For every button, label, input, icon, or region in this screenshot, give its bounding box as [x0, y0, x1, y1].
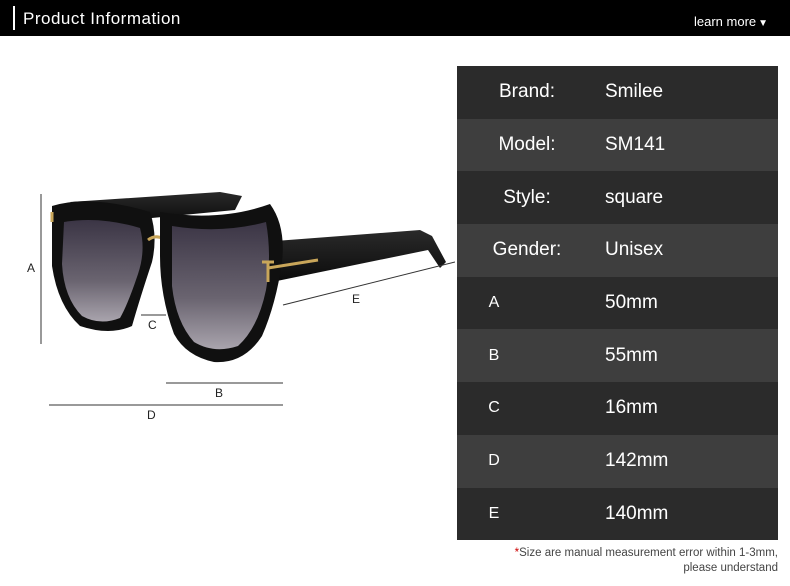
page-title: Product Information — [23, 9, 181, 28]
spec-row-model: Model: SM141 — [457, 118, 778, 172]
header-bar: Product Information learn more ▼ — [0, 0, 790, 36]
spec-label: D — [488, 452, 500, 470]
spec-value: square — [605, 186, 664, 208]
spec-label: E — [488, 504, 500, 522]
spec-row-style: Style: square — [457, 171, 778, 225]
size-note-text-1: Size are manual measurement error within… — [519, 547, 778, 559]
spec-label: Style: — [503, 186, 551, 208]
sunglasses-diagram — [40, 192, 455, 406]
chevron-down-icon: ▼ — [758, 18, 769, 29]
spec-value: Smilee — [605, 81, 664, 103]
dim-label-d: D — [147, 408, 156, 422]
spec-value: 50mm — [605, 292, 658, 314]
product-image-area: A C B D E — [0, 36, 455, 586]
spec-label: C — [488, 399, 500, 417]
near-temple-arm — [262, 230, 446, 282]
spec-value: 55mm — [605, 344, 658, 366]
spec-value: 142mm — [605, 450, 669, 472]
spec-label: Gender: — [492, 239, 562, 261]
spec-row-b: B 55mm — [457, 329, 778, 383]
spec-row-c: C 16mm — [457, 382, 778, 435]
dim-label-c: C — [148, 318, 157, 332]
spec-row-brand: Brand: Smilee — [457, 66, 778, 119]
dim-label-a: A — [27, 261, 36, 275]
size-note-text-2: please understand — [683, 562, 778, 574]
spec-row-gender: Gender: Unisex — [457, 224, 778, 277]
spec-value: Unisex — [605, 239, 664, 261]
spec-label: Brand: — [499, 81, 555, 103]
spec-label: B — [488, 346, 500, 364]
spec-row-d: D 142mm — [457, 434, 778, 488]
size-note-line-1: *Size are manual measurement error withi… — [515, 546, 778, 561]
spec-value: 140mm — [605, 502, 669, 524]
spec-table: Brand: Smilee Model: SM141 Style: square… — [457, 66, 778, 541]
size-note: *Size are manual measurement error withi… — [515, 546, 778, 576]
header-accent-bar — [13, 6, 15, 30]
spec-label: A — [488, 294, 500, 312]
spec-value: SM141 — [605, 134, 666, 156]
spec-label: Model: — [498, 134, 556, 156]
spec-value: 16mm — [605, 397, 658, 419]
dim-label-b: B — [215, 386, 224, 400]
learn-more-link[interactable]: learn more ▼ — [694, 14, 768, 29]
learn-more-label: learn more — [694, 14, 757, 29]
spec-row-e: E 140mm — [457, 487, 778, 541]
spec-row-a: A 50mm — [457, 276, 778, 330]
dim-label-e: E — [352, 292, 361, 306]
